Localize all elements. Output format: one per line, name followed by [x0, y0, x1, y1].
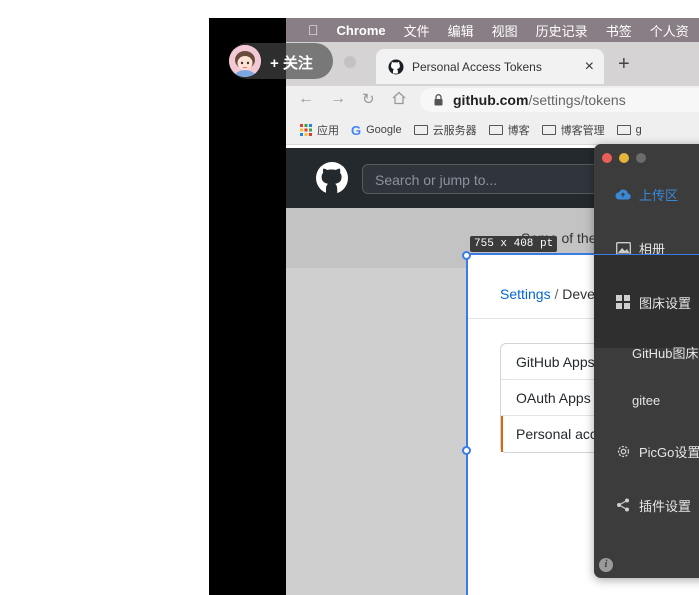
cloud-upload-icon	[615, 186, 631, 202]
bookmarks-bar: 应用 G Google 云服务器 博客 博客管理 g	[286, 116, 699, 145]
grid-icon	[615, 294, 631, 310]
new-tab-button[interactable]: +	[618, 53, 630, 76]
folder-icon	[616, 125, 631, 135]
avatar-image	[229, 45, 261, 77]
menu-profile[interactable]: 个人资	[650, 21, 689, 40]
menu-history[interactable]: 历史记录	[536, 21, 588, 40]
avatar[interactable]	[229, 45, 261, 77]
minimize-dot[interactable]	[619, 153, 629, 163]
menu-chrome[interactable]: Chrome	[337, 23, 386, 38]
url-path: /settings/tokens	[528, 92, 626, 108]
reload-icon[interactable]: ↻	[362, 90, 375, 108]
bookmark-g[interactable]: g	[636, 124, 642, 136]
picgo-window: 上传区 相册 图床设置 GitHub图床 gitee PicGo设置 插件设置 …	[594, 144, 699, 578]
close-dot[interactable]	[602, 153, 612, 163]
url-text: github.com/settings/tokens	[453, 92, 626, 108]
bookmark-cloud-server[interactable]: 云服务器	[433, 122, 477, 138]
url-domain: github.com	[453, 92, 529, 108]
github-search-input[interactable]: Search or jump to...	[362, 164, 602, 194]
lock-icon	[434, 93, 443, 111]
tab-title: Personal Access Tokens	[412, 59, 542, 74]
picgo-nav-label: 插件设置	[639, 498, 692, 514]
picgo-nav-upload[interactable]: 上传区	[594, 176, 699, 212]
back-icon[interactable]: ←	[298, 90, 314, 108]
picgo-nav-label: 上传区	[639, 187, 679, 203]
picgo-nav-image-host-settings[interactable]: 图床设置	[594, 284, 699, 320]
tab-close-icon[interactable]: ×	[585, 58, 594, 76]
picgo-nav-picgo-settings[interactable]: PicGo设置	[594, 433, 699, 469]
folder-icon	[413, 125, 428, 135]
bookmark-blog-admin[interactable]: 博客管理	[561, 122, 605, 138]
share-icon	[615, 497, 631, 513]
info-icon[interactable]: i	[599, 558, 613, 572]
search-placeholder: Search or jump to...	[375, 172, 498, 188]
bookmark-google[interactable]: Google	[366, 124, 401, 136]
menu-edit[interactable]: 编辑	[448, 21, 474, 40]
browser-tab-active[interactable]: Personal Access Tokens ×	[376, 49, 604, 84]
selection-handle-top-left[interactable]	[462, 251, 471, 260]
apple-icon[interactable]: 	[308, 22, 319, 38]
picgo-subnav-label: gitee	[632, 392, 661, 408]
selection-size-label: 755 x 408 pt	[470, 236, 558, 252]
menu-bookmarks[interactable]: 书签	[606, 21, 632, 40]
window-control-dot[interactable]	[344, 56, 356, 68]
menu-view[interactable]: 视图	[492, 21, 518, 40]
picgo-nav-label: 图床设置	[639, 295, 692, 311]
selection-handle-left-middle[interactable]	[462, 446, 471, 455]
mac-menubar:  Chrome 文件 编辑 视图 历史记录 书签 个人资	[286, 18, 699, 42]
menu-file[interactable]: 文件	[404, 21, 430, 40]
forward-icon[interactable]: →	[330, 90, 346, 108]
picgo-subnav-github[interactable]: GitHub图床	[594, 334, 699, 370]
bookmark-apps[interactable]: 应用	[317, 122, 339, 138]
github-tab-icon	[388, 59, 404, 75]
video-left-strip	[209, 18, 286, 595]
github-logo-icon[interactable]	[316, 162, 348, 199]
gear-icon	[615, 443, 631, 459]
google-g-icon: G	[351, 122, 362, 138]
folder-icon	[488, 125, 503, 135]
picgo-nav-plugin-settings[interactable]: 插件设置	[594, 487, 699, 523]
follow-button[interactable]: + 关注	[270, 52, 313, 73]
picgo-subnav-gitee[interactable]: gitee	[594, 382, 699, 418]
picgo-subnav-label: GitHub图床	[632, 345, 699, 361]
folder-icon	[541, 125, 556, 135]
maximize-dot[interactable]	[636, 153, 646, 163]
bookmark-blog[interactable]: 博客	[508, 122, 530, 138]
apps-grid-icon[interactable]	[300, 124, 312, 136]
picgo-nav-label: PicGo设置	[639, 444, 699, 460]
home-icon[interactable]	[392, 91, 406, 110]
